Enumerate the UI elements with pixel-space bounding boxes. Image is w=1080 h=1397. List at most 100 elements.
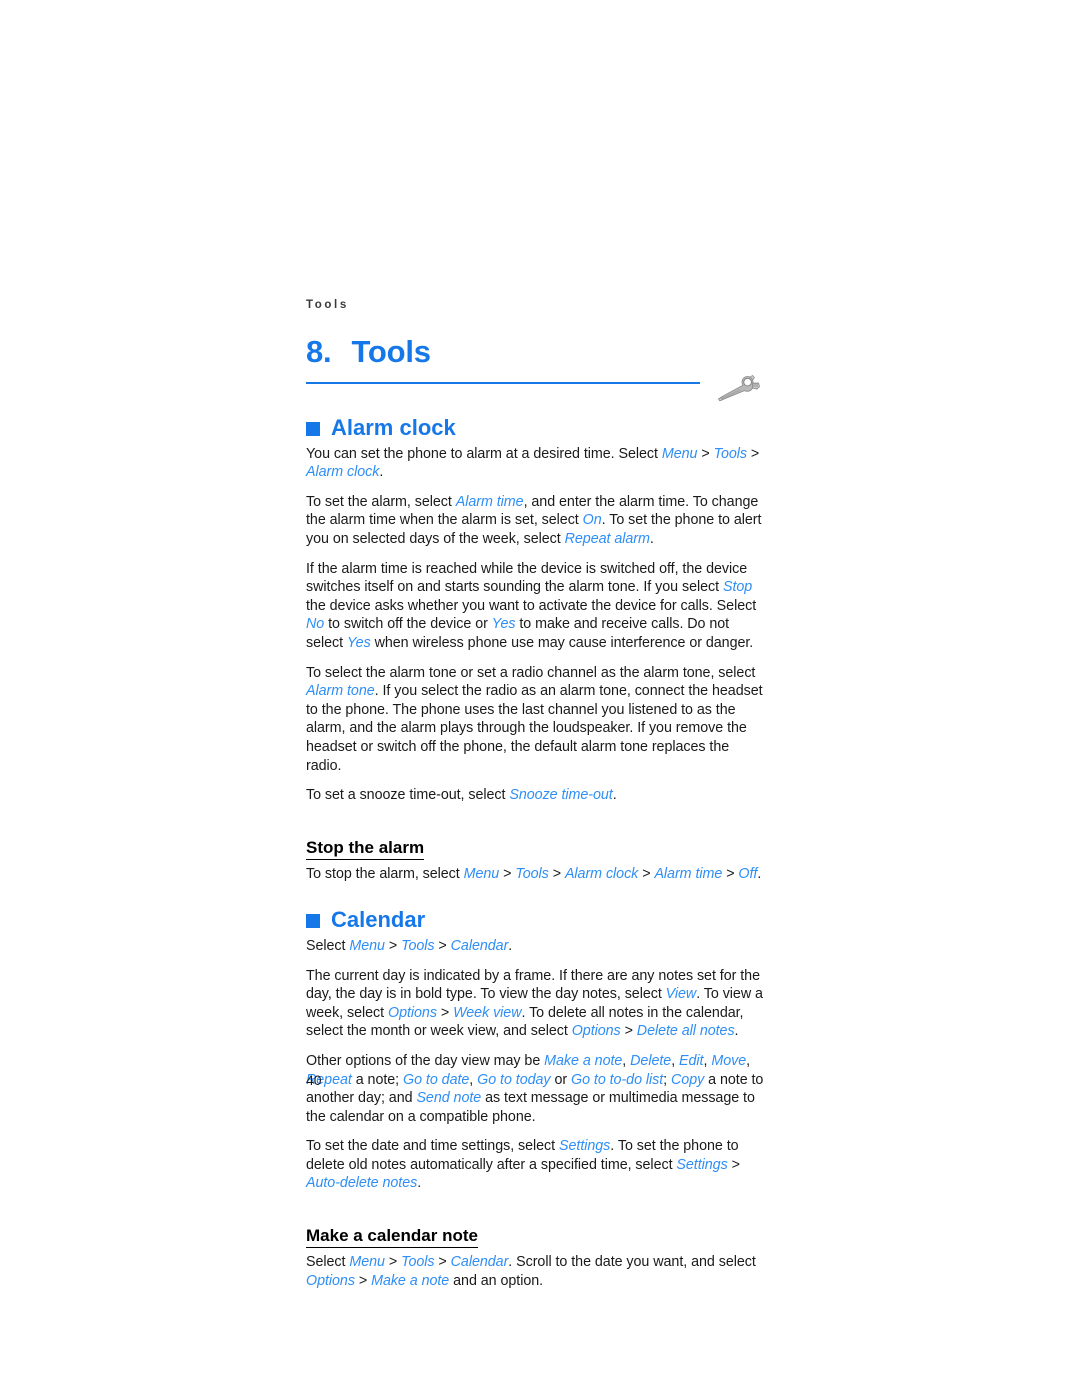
- section-heading-text: Calendar: [331, 906, 426, 932]
- separator: >: [499, 866, 516, 883]
- paragraph-set-alarm: To set the alarm, select Alarm time, and…: [306, 493, 766, 549]
- bullet-square-icon: [306, 913, 320, 928]
- separator: >: [436, 1004, 454, 1021]
- paragraph-calendar-settings: To set the date and time settings, selec…: [306, 1137, 766, 1193]
- ui-reference: Edit: [679, 1052, 704, 1069]
- ui-reference: Repeat alarm: [564, 531, 650, 548]
- text-run: and an option.: [449, 1273, 544, 1290]
- ui-reference: On: [582, 512, 602, 529]
- chapter-title: 8. Tools: [306, 336, 431, 367]
- ui-reference: Alarm clock: [564, 866, 639, 883]
- ui-reference: Menu: [661, 445, 698, 462]
- text-run: ,: [469, 1071, 478, 1088]
- text-run: .: [417, 1175, 422, 1192]
- page-content: Tools 8. Tools Alarm clock You can set t…: [306, 299, 766, 1291]
- separator: >: [434, 937, 451, 954]
- ui-reference: Go to today: [477, 1071, 551, 1088]
- text-run: If the alarm time is reached while the d…: [306, 560, 748, 596]
- text-run: the device asks whether you want to acti…: [306, 597, 757, 614]
- ui-reference: No: [306, 616, 325, 633]
- separator: >: [638, 866, 655, 883]
- paragraph-snooze: To set a snooze time-out, select Snooze …: [306, 786, 766, 805]
- ui-reference: Yes: [491, 616, 516, 633]
- document-page: Tools 8. Tools Alarm clock You can set t…: [0, 0, 1080, 1397]
- section-heading-alarm-clock: Alarm clock: [306, 414, 766, 440]
- ui-reference: Go to date: [403, 1071, 470, 1088]
- ui-reference: Snooze time-out: [509, 787, 613, 804]
- separator: >: [747, 445, 760, 462]
- paragraph-alarm-intro: You can set the phone to alarm at a desi…: [306, 445, 766, 482]
- separator: >: [727, 1156, 740, 1173]
- ui-reference: Calendar: [450, 937, 509, 954]
- ui-reference: Tools: [713, 445, 747, 462]
- wrench-icon: [717, 374, 760, 401]
- ui-reference: Tools: [401, 937, 435, 954]
- text-run: ,: [671, 1052, 680, 1069]
- paragraph-alarm-switched-off: If the alarm time is reached while the d…: [306, 560, 766, 653]
- ui-reference: Make a note: [544, 1052, 623, 1069]
- text-run: Other options of the day view may be: [306, 1052, 545, 1069]
- section-heading-calendar: Calendar: [306, 906, 766, 932]
- separator: >: [697, 445, 714, 462]
- ui-reference: Delete: [630, 1052, 672, 1069]
- bullet-square-icon: [306, 421, 320, 436]
- ui-reference: Stop: [722, 579, 753, 596]
- text-run: To set a snooze time-out, select: [306, 787, 510, 804]
- ui-reference: Alarm time: [654, 866, 723, 883]
- text-run: when wireless phone use may cause interf…: [370, 635, 754, 652]
- separator: >: [384, 937, 402, 954]
- chapter-number: 8.: [306, 333, 332, 369]
- page-number: 40: [306, 1072, 322, 1088]
- subsection-heading-make-a-calendar-note: Make a calendar note: [306, 1226, 478, 1249]
- text-run: To select the alarm tone or set a radio …: [306, 664, 756, 681]
- chapter-title-text: Tools: [351, 333, 431, 369]
- text-run: .: [757, 866, 762, 883]
- text-run: .: [379, 464, 384, 481]
- separator: >: [434, 1254, 451, 1271]
- text-run: ,: [622, 1052, 631, 1069]
- paragraph-calendar-path: Select Menu > Tools > Calendar.: [306, 937, 766, 956]
- ui-reference: Off: [738, 866, 758, 883]
- text-run: To stop the alarm, select: [306, 866, 464, 883]
- separator: >: [620, 1023, 637, 1040]
- ui-reference: Settings: [559, 1138, 611, 1155]
- ui-reference: Options: [306, 1273, 355, 1290]
- chapter-title-block: 8. Tools: [306, 334, 766, 401]
- section-heading-text: Alarm clock: [331, 414, 456, 440]
- ui-reference: Tools: [515, 866, 549, 883]
- ui-reference: Copy: [671, 1071, 705, 1088]
- paragraph-make-a-calendar-note: Select Menu > Tools > Calendar. Scroll t…: [306, 1253, 766, 1290]
- text-run: .: [649, 531, 654, 548]
- text-run: To set the alarm, select: [306, 493, 456, 510]
- ui-reference: Options: [571, 1023, 621, 1040]
- ui-reference: Alarm tone: [306, 683, 375, 700]
- ui-reference: Go to to-do list: [571, 1071, 664, 1088]
- text-run: To set the date and time settings, selec…: [306, 1138, 560, 1155]
- ui-reference: Tools: [401, 1254, 435, 1271]
- text-run: .: [734, 1023, 739, 1040]
- text-run: ,: [746, 1052, 751, 1069]
- ui-reference: Delete all notes: [636, 1023, 735, 1040]
- ui-reference: Auto-delete notes: [306, 1175, 418, 1192]
- ui-reference: Menu: [463, 866, 500, 883]
- ui-reference: Settings: [676, 1156, 728, 1173]
- ui-reference: Week view: [453, 1004, 522, 1021]
- text-run: .: [508, 937, 513, 954]
- paragraph-calendar-views: The current day is indicated by a frame.…: [306, 967, 766, 1041]
- separator: >: [384, 1254, 402, 1271]
- ui-reference: Yes: [346, 635, 371, 652]
- ui-reference: Alarm time: [455, 493, 524, 510]
- ui-reference: View: [665, 986, 697, 1003]
- text-run: You can set the phone to alarm at a desi…: [306, 445, 662, 462]
- paragraph-calendar-day-options: Other options of the day view may be Mak…: [306, 1052, 766, 1126]
- separator: >: [354, 1273, 372, 1290]
- paragraph-stop-the-alarm: To stop the alarm, select Menu > Tools >…: [306, 865, 766, 884]
- text-run: to switch off the device or: [324, 616, 492, 633]
- text-run: Select: [306, 937, 350, 954]
- subsection-heading-stop-the-alarm: Stop the alarm: [306, 838, 425, 861]
- text-run: . If you select the radio as an alarm to…: [306, 683, 763, 774]
- title-divider: [306, 381, 700, 384]
- separator: >: [548, 866, 565, 883]
- ui-reference: Options: [388, 1004, 437, 1021]
- ui-reference: Send note: [416, 1090, 482, 1107]
